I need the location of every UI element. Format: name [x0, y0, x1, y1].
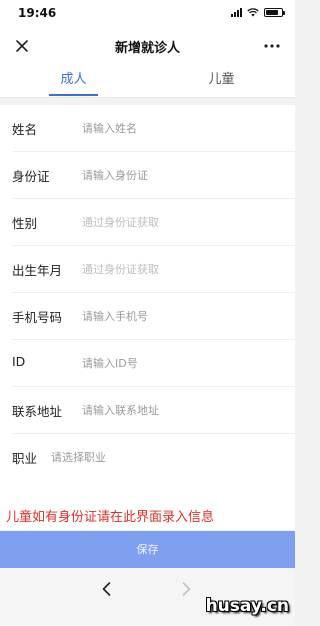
field-id-card[interactable]: 身份证 请输入身份证	[0, 152, 295, 199]
name-input[interactable]: 请输入姓名	[82, 120, 137, 136]
back-arrow-icon[interactable]	[98, 580, 116, 598]
occupation-select[interactable]: 请选择职业	[51, 449, 106, 465]
field-label: 性别	[12, 216, 38, 231]
field-birth-date: 出生年月 通过身份证获取	[0, 246, 295, 293]
status-time: 19:46	[18, 6, 57, 20]
field-gender: 性别 通过身份证获取	[0, 199, 295, 246]
id-card-input[interactable]: 请输入身份证	[82, 167, 148, 183]
field-label: 手机号码	[12, 310, 63, 325]
notice-text: 儿童如有身份证请在此界面录入信息	[6, 510, 215, 525]
field-occupation[interactable]: 职业 请选择职业	[0, 434, 295, 481]
tab-adult[interactable]: 成人	[0, 64, 147, 97]
battery-icon	[264, 8, 285, 17]
wifi-icon	[247, 8, 259, 17]
field-label: 姓名	[12, 122, 38, 137]
patient-id-input[interactable]: 请输入ID号	[82, 355, 138, 371]
field-label: 出生年月	[12, 263, 63, 278]
phone-input[interactable]: 请输入手机号	[82, 308, 148, 324]
field-patient-id[interactable]: ID 请输入ID号	[0, 340, 295, 387]
field-address[interactable]: 联系地址 请输入联系地址	[0, 387, 295, 434]
status-bar: 19:46	[0, 0, 295, 28]
tab-child[interactable]: 儿童	[148, 64, 295, 97]
page-title: 新增就诊人	[114, 41, 180, 56]
watermark: husay.cn	[205, 596, 289, 616]
field-label: 身份证	[12, 169, 50, 184]
birth-date-value: 通过身份证获取	[82, 263, 159, 276]
address-input[interactable]: 请输入联系地址	[82, 402, 159, 418]
forward-arrow-icon[interactable]	[177, 580, 195, 598]
nav-bar: 新增就诊人	[0, 28, 295, 64]
save-button[interactable]: 保存	[0, 531, 295, 568]
more-icon[interactable]	[261, 36, 283, 56]
field-label: 职业	[12, 451, 38, 466]
patient-form: 姓名 请输入姓名 身份证 请输入身份证 性别 通过身份证获取 出生年月 通过身份…	[0, 105, 295, 480]
field-phone[interactable]: 手机号码 请输入手机号	[0, 293, 295, 340]
field-label: ID	[12, 354, 26, 369]
signal-icon	[231, 8, 242, 17]
tabs: 成人 儿童	[0, 64, 295, 98]
field-label: 联系地址	[12, 404, 63, 419]
field-name[interactable]: 姓名 请输入姓名	[0, 105, 295, 152]
notice-banner: 儿童如有身份证请在此界面录入信息	[0, 480, 295, 530]
status-icons	[231, 8, 285, 17]
gender-value: 通过身份证获取	[82, 216, 159, 229]
tab-active-indicator	[49, 94, 98, 96]
